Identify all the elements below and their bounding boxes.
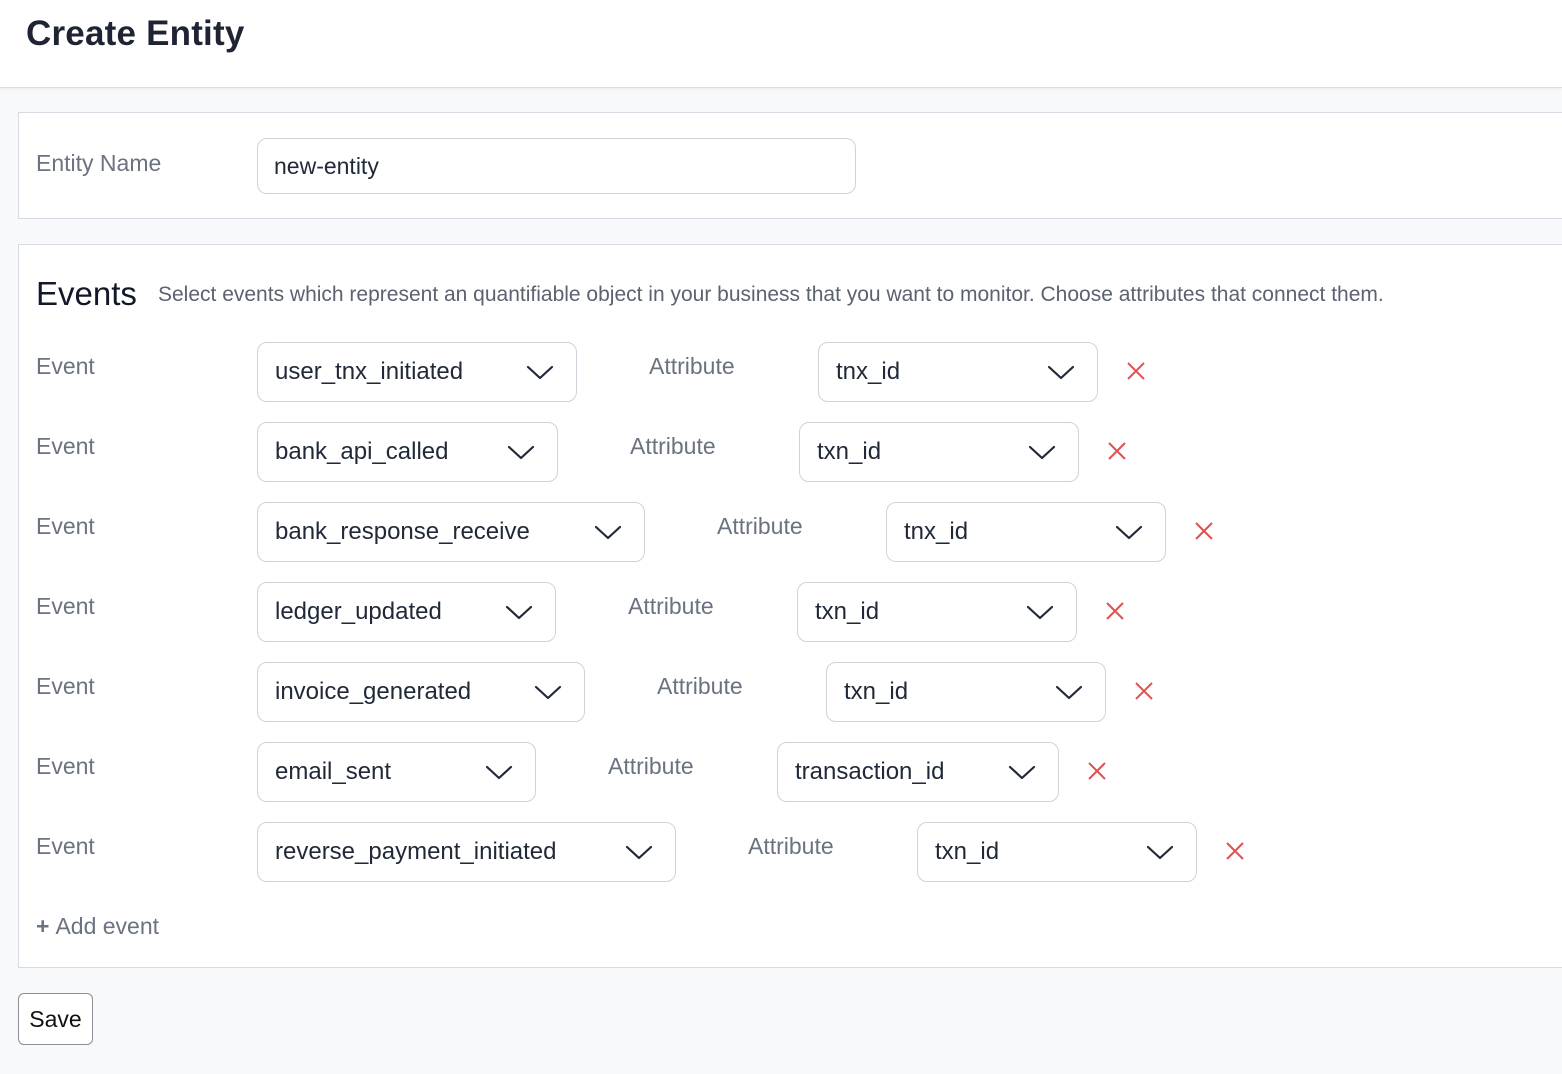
close-icon[interactable] [1103, 599, 1127, 623]
event-select[interactable]: email_sent [257, 742, 536, 802]
event-label: Event [36, 753, 95, 779]
event-select[interactable]: reverse_payment_initiated [257, 822, 676, 882]
close-icon[interactable] [1105, 439, 1129, 463]
event-label: Event [36, 513, 95, 539]
entity-name-label: Entity Name [36, 150, 162, 176]
events-description: Select events which represent an quantif… [158, 283, 1384, 306]
attribute-label: Attribute [649, 353, 735, 379]
event-select-value: bank_response_receive [275, 518, 530, 545]
page-title: Create Entity [26, 14, 245, 53]
chevron-down-icon [1047, 361, 1075, 383]
entity-name-input[interactable] [257, 138, 856, 194]
page-header: Create Entity [0, 0, 1562, 88]
attribute-select[interactable]: txn_id [826, 662, 1106, 722]
event-select-value: reverse_payment_initiated [275, 838, 557, 865]
event-label: Event [36, 673, 95, 699]
attribute-select-value: txn_id [815, 598, 880, 625]
event-select-value: bank_api_called [275, 438, 449, 465]
event-row: Event bank_response_receive Attribute tnx_i… [19, 502, 1562, 564]
close-icon[interactable] [1192, 519, 1216, 543]
attribute-select[interactable]: txn_id [917, 822, 1197, 882]
event-select[interactable]: ledger_updated [257, 582, 556, 642]
entity-name-card: Entity Name [18, 112, 1562, 219]
attribute-select-value: tnx_id [836, 358, 901, 385]
attribute-select-value: transaction_id [795, 758, 945, 785]
attribute-label: Attribute [630, 433, 716, 459]
attribute-select-value: txn_id [817, 438, 882, 465]
save-button[interactable]: Save [18, 993, 93, 1045]
event-select-value: invoice_generated [275, 678, 472, 705]
attribute-label: Attribute [628, 593, 714, 619]
chevron-down-icon [625, 841, 653, 863]
events-card: Events Select events which represent an … [18, 244, 1562, 968]
attribute-select[interactable]: tnx_id [818, 342, 1098, 402]
attribute-select[interactable]: tnx_id [886, 502, 1166, 562]
event-select-value: user_tnx_initiated [275, 358, 464, 385]
attribute-label: Attribute [717, 513, 803, 539]
attribute-select-value: tnx_id [904, 518, 969, 545]
attribute-label: Attribute [608, 753, 694, 779]
event-select-value: ledger_updated [275, 598, 442, 625]
chevron-down-icon [526, 361, 554, 383]
attribute-select-value: txn_id [844, 678, 909, 705]
event-select[interactable]: bank_response_receive [257, 502, 645, 562]
chevron-down-icon [505, 601, 533, 623]
chevron-down-icon [1008, 761, 1036, 783]
event-row: Event ledger_updated Attribute txn_id [19, 582, 1562, 644]
chevron-down-icon [1028, 441, 1056, 463]
close-icon[interactable] [1085, 759, 1109, 783]
chevron-down-icon [485, 761, 513, 783]
event-row: Event invoice_generated Attribute txn_id [19, 662, 1562, 724]
event-label: Event [36, 593, 95, 619]
event-label: Event [36, 353, 95, 379]
event-row: Event reverse_payment_initiated Attribute t… [19, 822, 1562, 884]
close-icon[interactable] [1124, 359, 1148, 383]
event-select-value: email_sent [275, 758, 392, 785]
close-icon[interactable] [1132, 679, 1156, 703]
event-label: Event [36, 433, 95, 459]
close-icon[interactable] [1223, 839, 1247, 863]
events-title: Events [36, 275, 137, 312]
attribute-select[interactable]: transaction_id [777, 742, 1059, 802]
chevron-down-icon [594, 521, 622, 543]
event-select[interactable]: invoice_generated [257, 662, 585, 722]
event-row: Event bank_api_called Attribute txn_id [19, 422, 1562, 484]
attribute-label: Attribute [748, 833, 834, 859]
chevron-down-icon [1026, 601, 1054, 623]
attribute-select-value: txn_id [935, 838, 1000, 865]
event-row: Event email_sent Attribute transaction_id [19, 742, 1562, 804]
attribute-label: Attribute [657, 673, 743, 699]
attribute-select[interactable]: txn_id [797, 582, 1077, 642]
plus-icon: + [36, 913, 50, 939]
event-select[interactable]: bank_api_called [257, 422, 558, 482]
event-row: Event user_tnx_initiated Attribute tnx_id [19, 342, 1562, 404]
chevron-down-icon [1055, 681, 1083, 703]
chevron-down-icon [507, 441, 535, 463]
attribute-select[interactable]: txn_id [799, 422, 1079, 482]
add-event-button[interactable]: + Add event [36, 913, 159, 940]
event-label: Event [36, 833, 95, 859]
add-event-label: Add event [55, 913, 160, 939]
chevron-down-icon [534, 681, 562, 703]
event-select[interactable]: user_tnx_initiated [257, 342, 577, 402]
chevron-down-icon [1146, 841, 1174, 863]
chevron-down-icon [1115, 521, 1143, 543]
